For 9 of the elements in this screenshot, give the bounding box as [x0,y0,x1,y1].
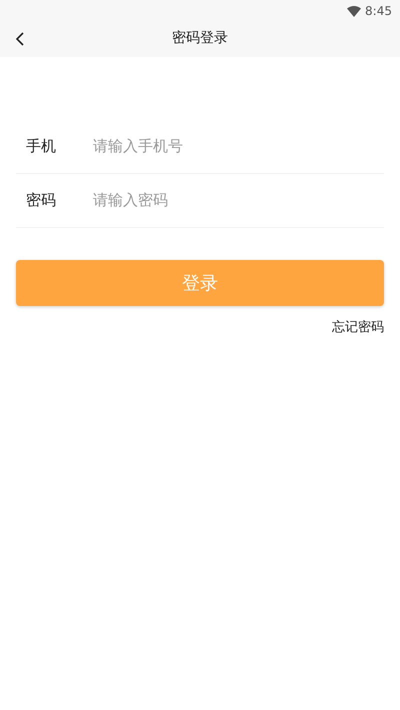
back-icon [16,32,24,46]
field-label: 密码 [26,190,57,212]
forgot-password-link[interactable]: 忘记密码 [332,318,384,338]
input-field[interactable]: 请输入密码 [93,189,384,212]
status-time: 8:45 [365,3,392,20]
input-field[interactable]: 请输入手机号 [93,135,384,158]
page-title: 密码登录 [172,29,228,48]
wifi-icon [347,6,362,16]
field-label: 手机 [26,136,57,158]
